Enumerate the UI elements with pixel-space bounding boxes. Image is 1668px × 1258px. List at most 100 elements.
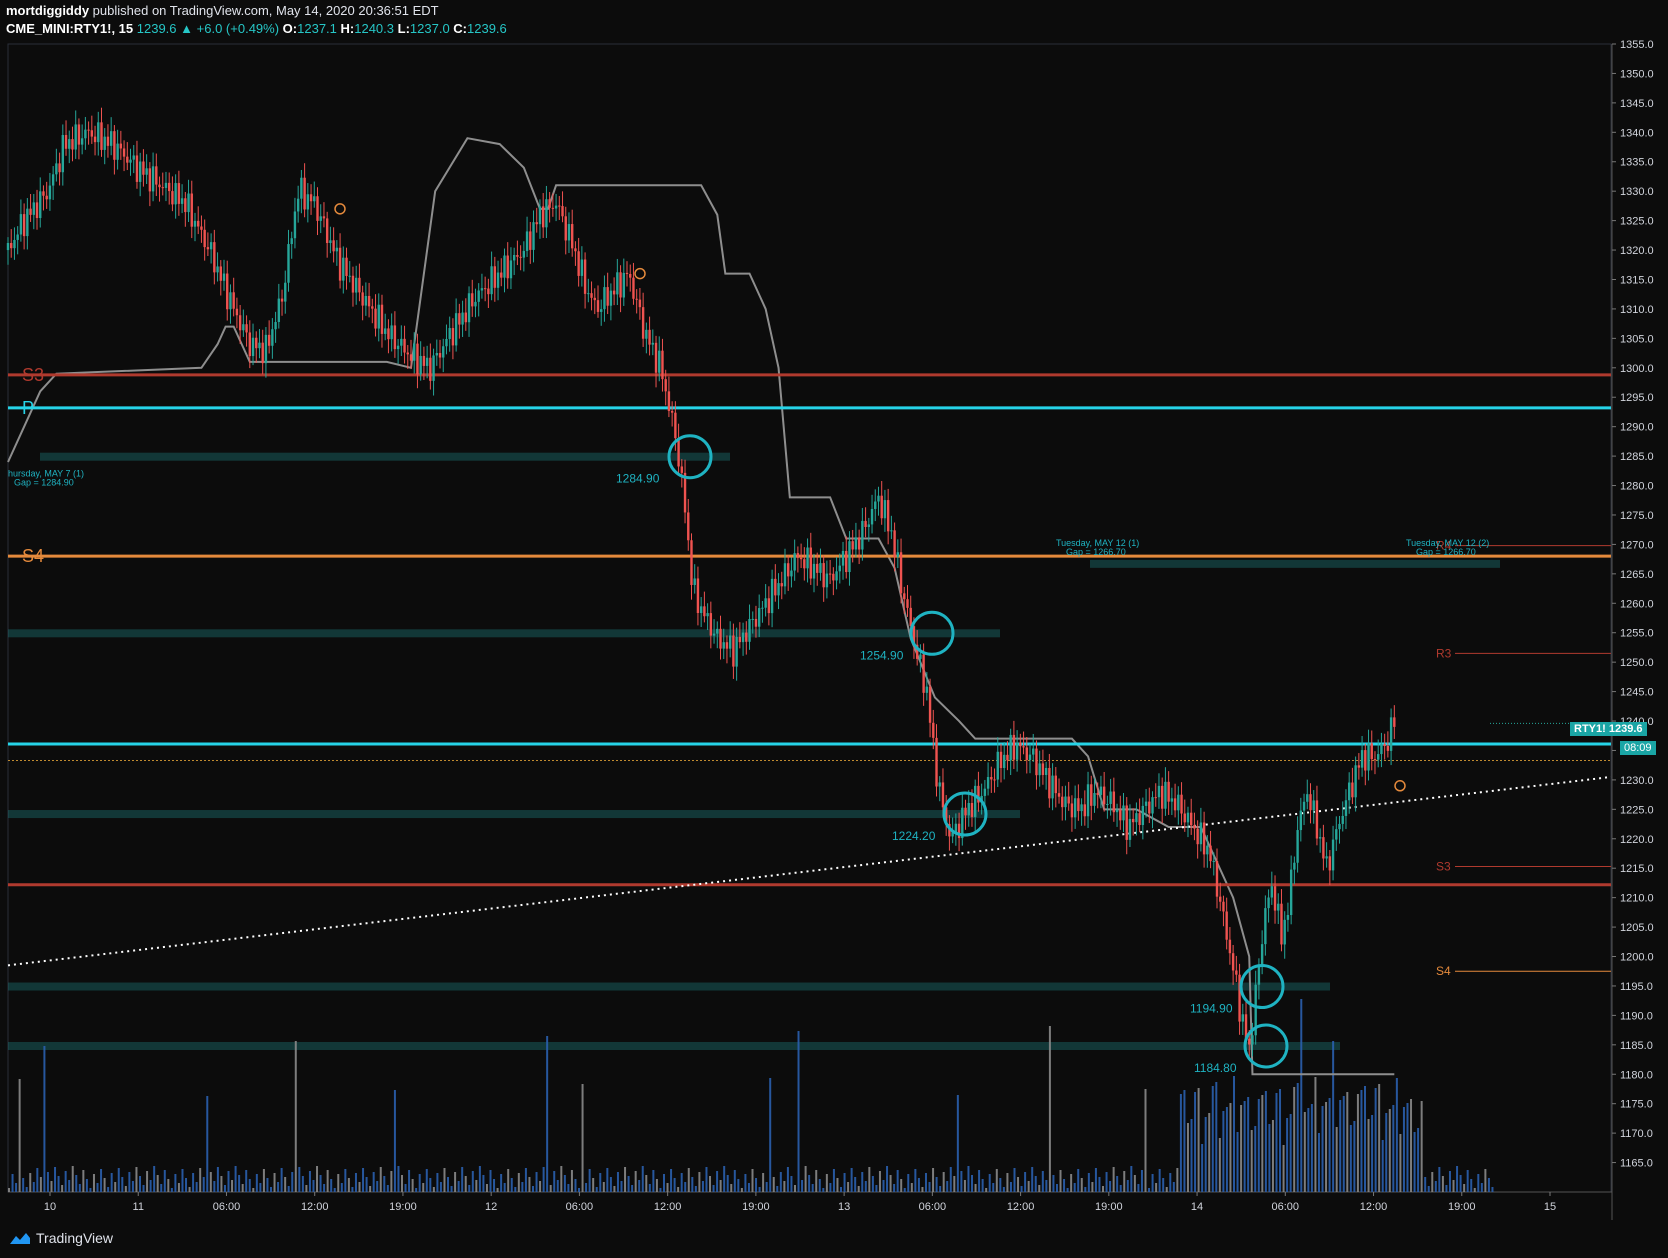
candle-body <box>84 129 87 139</box>
candle-body <box>1354 765 1357 798</box>
volume-bar <box>496 1188 499 1192</box>
candle-body <box>1170 798 1174 802</box>
price-tick-label: 1225.0 <box>1620 804 1654 816</box>
volume-bar <box>1317 1133 1320 1192</box>
volume-bar <box>1247 1097 1250 1192</box>
candle-body <box>761 607 764 609</box>
volume-bar <box>521 1182 524 1192</box>
candle-body <box>258 342 261 349</box>
candle-body <box>1393 717 1396 727</box>
volume-bar <box>163 1170 166 1192</box>
candle-body <box>158 184 161 188</box>
volume-bar <box>567 1184 570 1192</box>
candle-body <box>1086 784 1090 817</box>
volume-bar <box>1133 1175 1136 1192</box>
volume-bar <box>960 1171 963 1192</box>
volume-bar <box>287 1186 290 1192</box>
volume-bar <box>797 1031 800 1192</box>
candle-body <box>803 559 806 569</box>
volume-bar <box>716 1171 719 1192</box>
candle-body <box>284 282 287 302</box>
candle-body <box>1125 805 1128 840</box>
volume-bar <box>1009 1182 1012 1192</box>
candle-body <box>477 290 480 302</box>
volume-bar <box>1254 1126 1257 1192</box>
candle-body <box>941 782 945 808</box>
volume-bar <box>1434 1181 1437 1192</box>
candle-body <box>845 550 848 573</box>
candle-body <box>538 206 542 225</box>
candle-body <box>1022 746 1025 748</box>
tradingview-footer[interactable]: TradingView <box>8 1230 113 1246</box>
volume-bar <box>634 1171 637 1192</box>
candle-body <box>483 288 487 290</box>
candle-body <box>535 222 538 225</box>
volume-bar <box>128 1172 131 1192</box>
volume-bar <box>542 1167 545 1192</box>
time-tick-label: 13 <box>838 1201 850 1213</box>
candle-body <box>1257 964 1261 985</box>
candle-body <box>816 563 819 573</box>
volume-bar <box>560 1166 563 1192</box>
candle-body <box>864 520 867 528</box>
volume-bar <box>620 1181 623 1192</box>
volume-bar <box>326 1170 329 1192</box>
candle-body <box>1251 1035 1254 1045</box>
volume-bar <box>1038 1185 1041 1192</box>
volume-bar <box>485 1184 488 1192</box>
candle-body <box>1131 818 1135 823</box>
volume-bar <box>489 1170 492 1192</box>
volume-bar <box>864 1181 867 1192</box>
volume-bar <box>815 1170 818 1192</box>
volume-bar <box>1006 1173 1009 1192</box>
volume-bar <box>468 1185 471 1192</box>
candle-body <box>896 552 900 557</box>
candle-body <box>1228 939 1232 954</box>
candle-body <box>367 295 371 307</box>
candle-body <box>1219 896 1222 902</box>
volume-bar <box>609 1177 612 1192</box>
volume-bar <box>390 1171 393 1192</box>
candle-body <box>764 598 767 608</box>
volume-bar <box>269 1187 272 1192</box>
volume-bar <box>829 1183 832 1192</box>
volume-bar <box>1084 1187 1087 1192</box>
candle-body <box>45 195 48 200</box>
time-tick-label: 15 <box>1544 1201 1556 1213</box>
candle-body <box>1347 782 1351 801</box>
volume-bar <box>684 1182 687 1192</box>
volume-bar <box>1052 1175 1055 1192</box>
candle-body <box>1148 801 1151 814</box>
volume-bar <box>624 1167 627 1192</box>
price-tick-label: 1230.0 <box>1620 775 1654 787</box>
plot-area[interactable] <box>7 43 1612 1193</box>
candle-body <box>87 129 90 131</box>
volume-bar <box>266 1178 269 1192</box>
price-chart[interactable]: 1355.0 1350.0 1345.0 1340.0 1335.0 1330.0 1325… <box>0 0 1668 1258</box>
candle-body <box>1341 815 1344 824</box>
candle-body <box>1315 800 1319 839</box>
candle-body <box>641 307 645 339</box>
candle-body <box>1141 805 1145 826</box>
volume-bar <box>510 1178 513 1192</box>
volume-bar <box>705 1167 708 1192</box>
candle-body <box>925 686 929 693</box>
candle-body <box>213 242 216 273</box>
volume-bar <box>790 1176 793 1192</box>
candle-body <box>525 231 529 251</box>
candle-body <box>280 298 284 302</box>
candle-body <box>654 342 658 373</box>
volume-bar <box>68 1180 71 1192</box>
candle-body <box>474 301 477 307</box>
volume-bar <box>96 1183 99 1192</box>
candle-body <box>180 198 184 204</box>
volume-bar <box>822 1188 825 1192</box>
volume-bar <box>1208 1113 1211 1192</box>
volume-bar <box>698 1172 701 1192</box>
candle-body <box>1190 812 1193 826</box>
volume-bar <box>1045 1180 1048 1192</box>
volume-bar <box>478 1166 481 1192</box>
gap-zone <box>40 452 730 461</box>
volume-bar <box>110 1173 113 1192</box>
time-tick-label: 12:00 <box>1007 1201 1035 1213</box>
